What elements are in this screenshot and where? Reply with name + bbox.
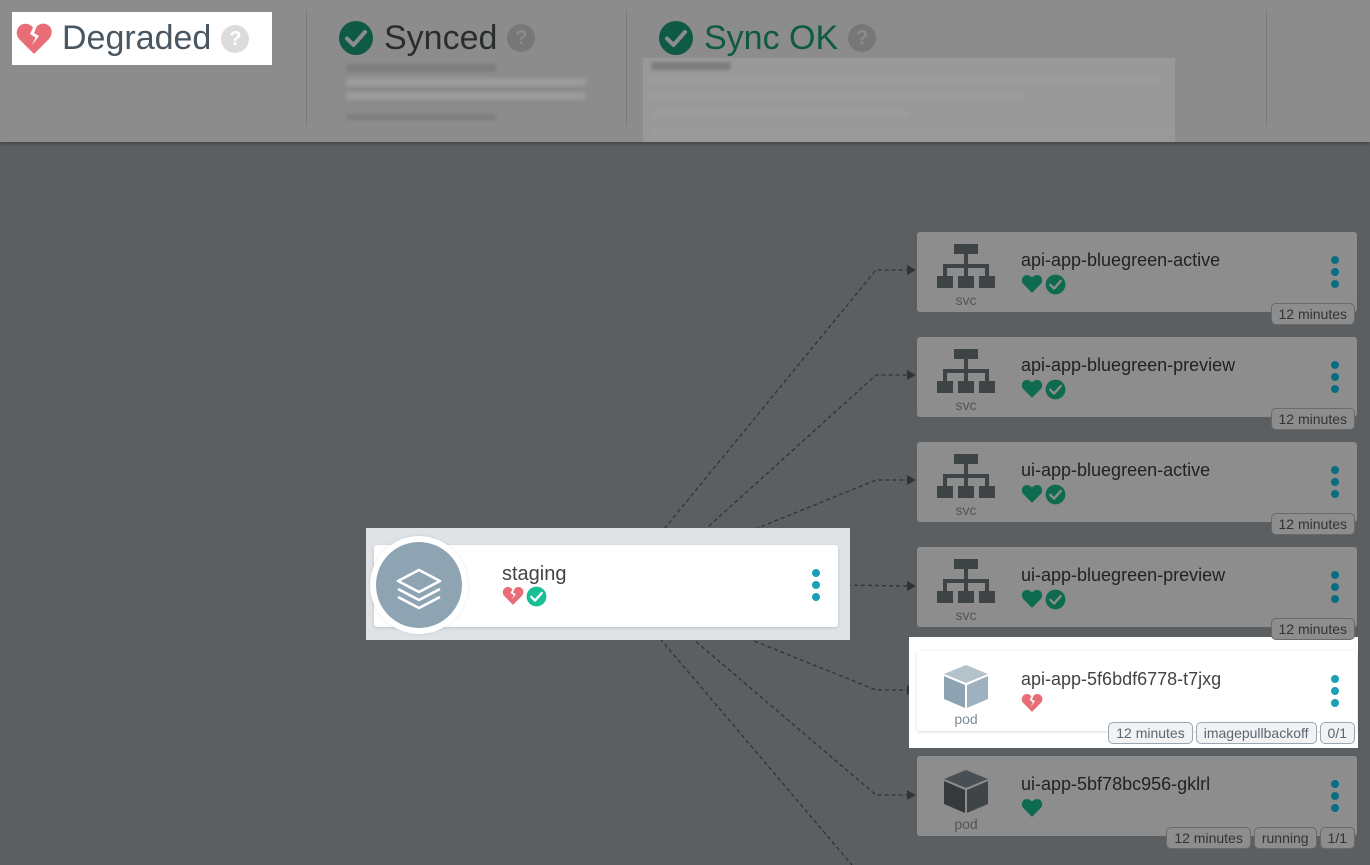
resource-tag: 12 minutes bbox=[1270, 408, 1355, 430]
heart-icon bbox=[1021, 485, 1043, 503]
resource-tags: 12 minutes imagepullbackoff 0/1 bbox=[1108, 722, 1355, 744]
resource-node-svc[interactable]: svc api-app-bluegreen-preview 12 minutes bbox=[917, 337, 1357, 430]
resource-kind-icon bbox=[937, 454, 995, 498]
resource-kind-label: svc bbox=[955, 397, 977, 413]
resource-status-icons bbox=[1021, 693, 1043, 713]
resource-name: ui-app-bluegreen-preview bbox=[1021, 565, 1226, 585]
resource-name: api-app-bluegreen-active bbox=[1021, 250, 1221, 270]
edge bbox=[650, 627, 853, 865]
heart-icon bbox=[1021, 799, 1043, 817]
resource-kind-icon bbox=[937, 663, 995, 708]
resource-kind-label: svc bbox=[955, 607, 977, 623]
resource-tag: 12 minutes bbox=[1270, 513, 1355, 535]
resource-name: api-app-bluegreen-preview bbox=[1021, 355, 1236, 375]
resource-tags: 12 minutes bbox=[1270, 303, 1355, 325]
resource-node-pod[interactable]: pod ui-app-5bf78bc956-gklrl 12 minutes runn… bbox=[917, 756, 1357, 849]
cube-icon bbox=[944, 665, 988, 708]
resource-kind-label: svc bbox=[955, 292, 977, 308]
broken-heart-icon bbox=[502, 586, 524, 605]
edge-arrow bbox=[907, 265, 916, 275]
resource-node-svc[interactable]: svc ui-app-bluegreen-preview 12 minutes bbox=[917, 547, 1357, 640]
resource-tag: 0/1 bbox=[1319, 722, 1355, 744]
edge bbox=[839, 584, 908, 587]
resource-tags: 12 minutes bbox=[1270, 513, 1355, 535]
edge-arrow bbox=[907, 475, 916, 485]
app-status-icons bbox=[502, 586, 547, 607]
resource-tags: 12 minutes bbox=[1270, 408, 1355, 430]
resource-kind-label: pod bbox=[954, 711, 978, 727]
check-circle-icon bbox=[1045, 484, 1066, 505]
broken-heart-icon bbox=[1021, 693, 1043, 712]
resource-kind-icon bbox=[937, 244, 995, 288]
edge bbox=[687, 374, 907, 546]
resource-kind-label: pod bbox=[954, 816, 978, 832]
resource-tags: 12 minutes bbox=[1270, 618, 1355, 640]
resource-menu-button[interactable] bbox=[1331, 466, 1339, 498]
service-icon bbox=[937, 244, 995, 288]
edge-arrow bbox=[907, 581, 916, 591]
resource-tag: 12 minutes bbox=[1166, 827, 1251, 849]
resource-node-pod[interactable]: pod api-app-5f6bdf6778-t7jxg 12 minutes ima… bbox=[917, 651, 1357, 744]
resource-tag: running bbox=[1253, 827, 1317, 849]
resource-tag: 12 minutes bbox=[1270, 303, 1355, 325]
resource-status-icons bbox=[1021, 379, 1066, 400]
layers-icon bbox=[396, 568, 442, 610]
resource-menu-button[interactable] bbox=[1331, 571, 1339, 603]
resource-name: ui-app-bluegreen-active bbox=[1021, 460, 1211, 480]
edge bbox=[679, 627, 907, 796]
heart-icon bbox=[1021, 590, 1043, 608]
resource-menu-button[interactable] bbox=[1331, 780, 1339, 812]
resource-status-icons bbox=[1021, 484, 1066, 505]
check-circle-icon bbox=[1045, 274, 1066, 295]
resource-tag: 12 minutes bbox=[1108, 722, 1193, 744]
resource-kind-icon bbox=[937, 559, 995, 603]
resource-tag: 12 minutes bbox=[1270, 618, 1355, 640]
check-circle-icon bbox=[1045, 589, 1066, 610]
resource-menu-button[interactable] bbox=[1331, 256, 1339, 288]
resource-tag: imagepullbackoff bbox=[1195, 722, 1317, 744]
cube-icon bbox=[944, 770, 988, 813]
resource-status-icons bbox=[1021, 274, 1066, 295]
resource-node-svc[interactable]: svc ui-app-bluegreen-active 12 minutes bbox=[917, 442, 1357, 535]
heart-icon bbox=[1021, 380, 1043, 398]
resource-kind-icon bbox=[937, 349, 995, 393]
edge bbox=[650, 269, 907, 546]
resource-name: api-app-5f6bdf6778-t7jxg bbox=[1021, 669, 1222, 689]
service-icon bbox=[937, 454, 995, 498]
resource-tag: 1/1 bbox=[1319, 827, 1355, 849]
resource-node-svc[interactable]: svc api-app-bluegreen-active 12 minutes bbox=[917, 232, 1357, 325]
edge-arrow bbox=[907, 370, 916, 380]
resource-status-icons bbox=[1021, 589, 1066, 610]
resource-menu-button[interactable] bbox=[1331, 675, 1339, 707]
resource-tags: 12 minutes running 1/1 bbox=[1166, 827, 1355, 849]
resource-status-icons bbox=[1021, 798, 1043, 818]
resource-name: ui-app-5bf78bc956-gklrl bbox=[1021, 774, 1211, 794]
app-name: staging bbox=[502, 563, 567, 585]
app-node-menu-button[interactable] bbox=[812, 569, 820, 601]
check-circle-icon bbox=[526, 586, 547, 607]
heart-icon bbox=[1021, 275, 1043, 293]
check-circle-icon bbox=[1045, 379, 1066, 400]
resource-kind-label: svc bbox=[955, 502, 977, 518]
resource-kind-icon bbox=[937, 768, 995, 813]
edge-arrow bbox=[907, 790, 916, 800]
service-icon bbox=[937, 349, 995, 393]
app-icon-circle bbox=[376, 542, 462, 628]
service-icon bbox=[937, 559, 995, 603]
resource-menu-button[interactable] bbox=[1331, 361, 1339, 393]
